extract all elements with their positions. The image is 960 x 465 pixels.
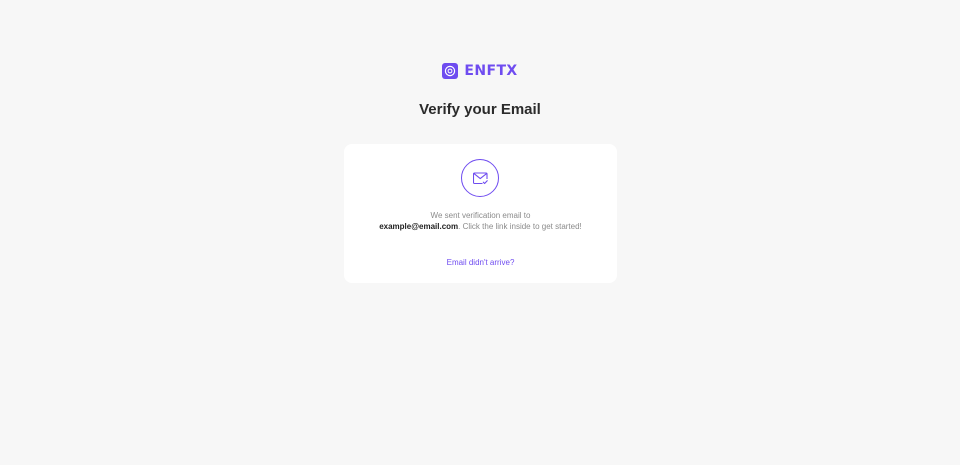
message-prefix: We sent verification email to bbox=[430, 211, 531, 220]
mail-icon-badge bbox=[461, 159, 499, 197]
message-suffix: . Click the link inside to get started! bbox=[458, 222, 582, 231]
mail-check-icon bbox=[472, 171, 488, 184]
resend-email-link[interactable]: Email didn't arrive? bbox=[344, 257, 617, 268]
logo-icon bbox=[442, 63, 459, 79]
brand-logo: ENFTX bbox=[442, 63, 517, 79]
page-title: Verify your Email bbox=[419, 101, 541, 118]
verification-message: We sent verification email to example@ema… bbox=[376, 210, 585, 232]
email-address: example@email.com bbox=[379, 222, 459, 231]
brand: ENFTX bbox=[0, 61, 960, 81]
verification-card: We sent verification email to example@ema… bbox=[344, 144, 617, 283]
brand-name: ENFTX bbox=[464, 63, 518, 79]
